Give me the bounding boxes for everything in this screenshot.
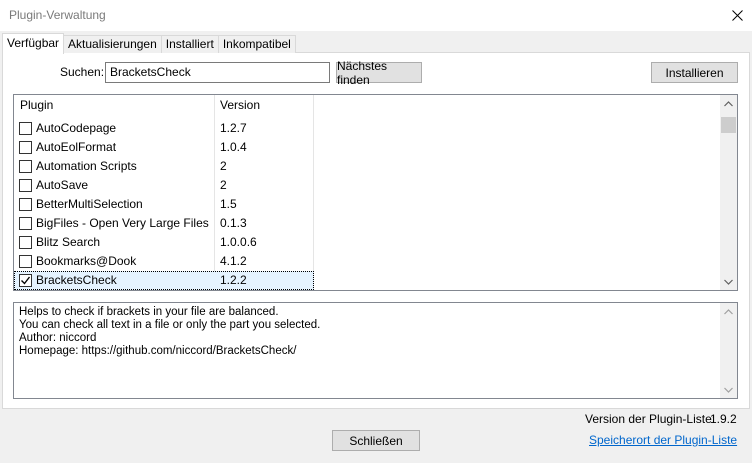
- plugin-description[interactable]: Helps to check if brackets in your file …: [13, 302, 738, 399]
- description-line: Author: niccord: [19, 332, 97, 344]
- chevron-down-icon: [724, 387, 733, 393]
- plugin-checkbox[interactable]: [19, 122, 32, 135]
- plugin-checkbox[interactable]: [19, 141, 32, 154]
- description-line: You can check all text in a file or only…: [19, 319, 321, 331]
- scroll-down-arrow[interactable]: [720, 273, 737, 290]
- plugin-version: 2: [220, 178, 227, 192]
- list-item[interactable]: AutoCodepage 1.2.7: [14, 119, 314, 138]
- plugin-list[interactable]: Plugin Version AutoCodepage 1.2.7 AutoEolF…: [13, 94, 738, 291]
- list-item[interactable]: BigFiles - Open Very Large Files 0.1.3: [14, 214, 314, 233]
- plugin-name: BigFiles - Open Very Large Files: [36, 216, 209, 230]
- list-item[interactable]: AutoSave 2: [14, 176, 314, 195]
- list-version-value: 1.9.2: [710, 412, 737, 426]
- plugin-checkbox[interactable]: [19, 160, 32, 173]
- tab-strip: Verfügbar Aktualisierungen Installiert I…: [2, 33, 296, 54]
- description-line: Homepage: https://github.com/niccord/Bra…: [19, 345, 297, 357]
- search-input[interactable]: BracketsCheck: [105, 62, 330, 83]
- scroll-up-arrow[interactable]: [720, 303, 737, 320]
- list-scrollbar[interactable]: [720, 95, 737, 290]
- install-button[interactable]: Installieren: [651, 62, 738, 83]
- column-header-plugin[interactable]: Plugin: [20, 98, 53, 112]
- plugin-checkbox[interactable]: [19, 198, 32, 211]
- plugin-version: 2: [220, 159, 227, 173]
- close-button[interactable]: Schließen: [332, 430, 420, 451]
- list-version-label: Version der Plugin-Liste:: [585, 412, 716, 426]
- list-item[interactable]: Blitz Search 1.0.0.6: [14, 233, 314, 252]
- list-item[interactable]: BracketsCheck 1.2.2: [14, 271, 314, 290]
- tab-aktualisierungen[interactable]: Aktualisierungen: [63, 35, 162, 53]
- tab-installiert[interactable]: Installiert: [160, 35, 219, 53]
- scrollbar-thumb[interactable]: [721, 117, 736, 133]
- plugin-name: Automation Scripts: [36, 159, 137, 173]
- plugin-name: AutoEolFormat: [36, 140, 117, 154]
- list-header: Plugin Version: [14, 95, 314, 117]
- plugin-name: Blitz Search: [36, 235, 101, 249]
- description-text: Helps to check if brackets in your file …: [19, 306, 320, 358]
- close-icon: [731, 10, 743, 21]
- plugin-name: AutoSave: [36, 178, 89, 192]
- list-item[interactable]: Bookmarks@Dook 4.1.2: [14, 252, 314, 271]
- plugin-version: 1.0.0.6: [220, 235, 257, 249]
- list-item[interactable]: Automation Scripts 2: [14, 157, 314, 176]
- plugin-checkbox[interactable]: [19, 236, 32, 249]
- plugin-name: BetterMultiSelection: [36, 197, 143, 211]
- plugin-version: 1.5: [220, 197, 237, 211]
- window-title: Plugin-Verwaltung: [9, 8, 106, 22]
- plugin-version: 0.1.3: [220, 216, 247, 230]
- list-item[interactable]: BetterMultiSelection 1.5: [14, 195, 314, 214]
- description-scrollbar[interactable]: [720, 303, 737, 398]
- plugin-name: Bookmarks@Dook: [36, 254, 137, 268]
- tab-verfuegbar[interactable]: Verfügbar: [2, 33, 65, 54]
- scroll-up-arrow[interactable]: [720, 95, 737, 112]
- plugin-version: 1.2.2: [220, 273, 247, 287]
- list-rows: AutoCodepage 1.2.7 AutoEolFormat 1.0.4 Autom…: [14, 119, 314, 290]
- title-bar: Plugin-Verwaltung: [0, 0, 752, 31]
- find-next-button[interactable]: Nächstes finden: [336, 59, 422, 87]
- plugin-version: 4.1.2: [220, 254, 247, 268]
- search-label: Suchen:: [60, 65, 105, 79]
- checkmark-icon: [21, 276, 31, 285]
- plugin-name: BracketsCheck: [36, 273, 117, 287]
- plugin-checkbox[interactable]: [19, 179, 32, 192]
- plugin-list-location-link[interactable]: Speicherort der Plugin-Liste: [589, 433, 737, 447]
- scroll-down-arrow[interactable]: [720, 381, 737, 398]
- plugin-version: 1.0.4: [220, 140, 247, 154]
- plugin-checkbox[interactable]: [19, 217, 32, 230]
- chevron-up-icon: [724, 308, 733, 314]
- plugin-checkbox[interactable]: [19, 255, 32, 268]
- plugin-checkbox[interactable]: [19, 274, 32, 287]
- description-line: Helps to check if brackets in your file …: [19, 306, 279, 318]
- list-item[interactable]: AutoEolFormat 1.0.4: [14, 138, 314, 157]
- plugin-name: AutoCodepage: [36, 121, 117, 135]
- close-window-button[interactable]: [722, 0, 752, 31]
- column-header-version[interactable]: Version: [220, 98, 260, 112]
- chevron-up-icon: [724, 100, 733, 106]
- tab-inkompatibel[interactable]: Inkompatibel: [217, 35, 296, 53]
- chevron-down-icon: [724, 279, 733, 285]
- plugin-version: 1.2.7: [220, 121, 247, 135]
